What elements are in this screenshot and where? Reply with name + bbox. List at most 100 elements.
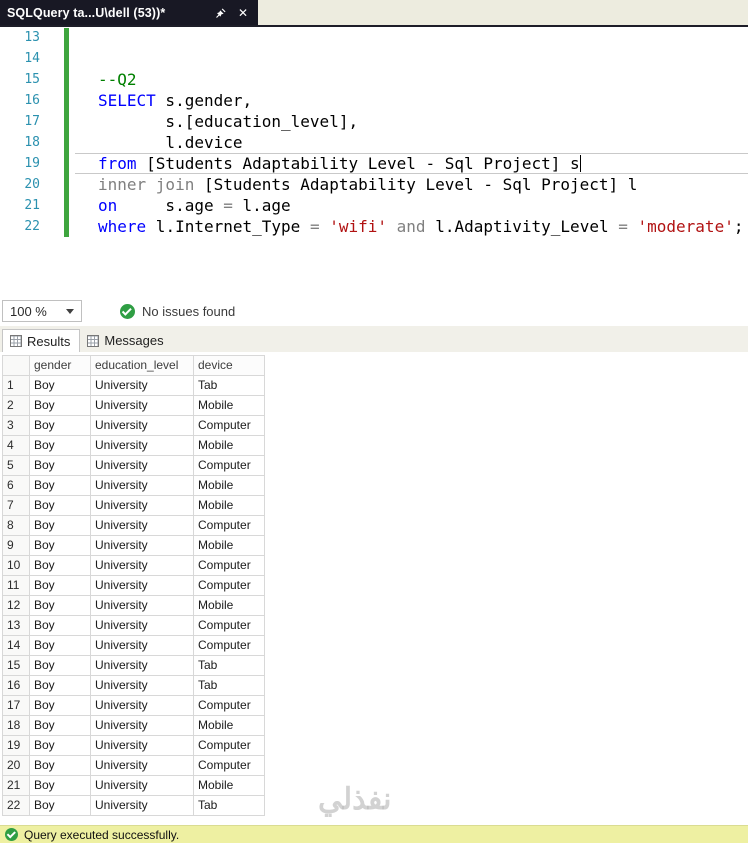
code-line[interactable]: 15 --Q2	[0, 69, 748, 90]
cell[interactable]: University	[90, 795, 194, 816]
cell[interactable]: Boy	[29, 775, 91, 796]
cell[interactable]: University	[90, 395, 194, 416]
cell[interactable]: Computer	[193, 635, 265, 656]
cell[interactable]: Boy	[29, 715, 91, 736]
code-line[interactable]: 20 inner join [Students Adaptability Leve…	[0, 174, 748, 195]
row-number[interactable]: 1	[2, 375, 30, 396]
row-number[interactable]: 9	[2, 535, 30, 556]
cell[interactable]: Boy	[29, 755, 91, 776]
cell[interactable]: Mobile	[193, 775, 265, 796]
row-number[interactable]: 18	[2, 715, 30, 736]
cell[interactable]: Computer	[193, 615, 265, 636]
cell[interactable]: Boy	[29, 535, 91, 556]
code-line[interactable]: 21 on s.age = l.age	[0, 195, 748, 216]
cell[interactable]: University	[90, 715, 194, 736]
cell[interactable]: Mobile	[193, 435, 265, 456]
cell[interactable]: Computer	[193, 455, 265, 476]
row-number[interactable]: 5	[2, 455, 30, 476]
row-number[interactable]: 21	[2, 775, 30, 796]
cell[interactable]: Tab	[193, 675, 265, 696]
line-number[interactable]: 19	[0, 153, 40, 174]
cell[interactable]: Mobile	[193, 715, 265, 736]
tab-messages[interactable]: Messages	[80, 329, 172, 352]
cell[interactable]: Computer	[193, 415, 265, 436]
cell[interactable]: University	[90, 555, 194, 576]
cell[interactable]: Boy	[29, 395, 91, 416]
line-number[interactable]: 13	[0, 27, 40, 48]
cell[interactable]: Boy	[29, 695, 91, 716]
line-number[interactable]: 20	[0, 174, 40, 195]
cell[interactable]: Boy	[29, 615, 91, 636]
document-tab-sqlquery[interactable]: SQLQuery ta...U\dell (53))* ✕	[0, 0, 258, 25]
code-line[interactable]: 18 l.device	[0, 132, 748, 153]
row-number[interactable]: 7	[2, 495, 30, 516]
row-number[interactable]: 6	[2, 475, 30, 496]
code-line[interactable]: 22 where l.Internet_Type = 'wifi' and l.A…	[0, 216, 748, 237]
code-line[interactable]: 19 from [Students Adaptability Level - Sq…	[0, 153, 748, 174]
cell[interactable]: University	[90, 575, 194, 596]
cell[interactable]: University	[90, 495, 194, 516]
cell[interactable]: University	[90, 535, 194, 556]
row-number[interactable]: 14	[2, 635, 30, 656]
row-number[interactable]: 12	[2, 595, 30, 616]
cell[interactable]: Mobile	[193, 535, 265, 556]
cell[interactable]: University	[90, 415, 194, 436]
row-number[interactable]: 3	[2, 415, 30, 436]
cell[interactable]: Boy	[29, 795, 91, 816]
cell[interactable]: University	[90, 775, 194, 796]
line-number[interactable]: 14	[0, 48, 40, 69]
code-line[interactable]: 17 s.[education_level],	[0, 111, 748, 132]
line-number[interactable]: 16	[0, 90, 40, 111]
cell[interactable]: Boy	[29, 655, 91, 676]
cell[interactable]: Tab	[193, 795, 265, 816]
line-number[interactable]: 21	[0, 195, 40, 216]
line-number[interactable]: 15	[0, 69, 40, 90]
cell[interactable]: University	[90, 375, 194, 396]
cell[interactable]: Boy	[29, 475, 91, 496]
code-line[interactable]: 16 SELECT s.gender,	[0, 90, 748, 111]
cell[interactable]: Computer	[193, 555, 265, 576]
cell[interactable]: Boy	[29, 435, 91, 456]
row-number[interactable]: 15	[2, 655, 30, 676]
code-line[interactable]: 13	[0, 27, 748, 48]
cell[interactable]: Boy	[29, 575, 91, 596]
cell[interactable]: Mobile	[193, 595, 265, 616]
cell[interactable]: Computer	[193, 515, 265, 536]
cell[interactable]: University	[90, 675, 194, 696]
cell[interactable]: Mobile	[193, 475, 265, 496]
issues-status[interactable]: No issues found	[120, 303, 235, 319]
cell[interactable]: Tab	[193, 375, 265, 396]
cell[interactable]: Computer	[193, 575, 265, 596]
row-number[interactable]: 13	[2, 615, 30, 636]
row-number[interactable]: 22	[2, 795, 30, 816]
column-header-device[interactable]: device	[193, 355, 265, 376]
cell[interactable]: University	[90, 655, 194, 676]
cell[interactable]: University	[90, 615, 194, 636]
cell[interactable]: University	[90, 595, 194, 616]
close-icon[interactable]: ✕	[235, 6, 251, 20]
row-number[interactable]: 10	[2, 555, 30, 576]
cell[interactable]: University	[90, 475, 194, 496]
cell[interactable]: Boy	[29, 635, 91, 656]
cell[interactable]: University	[90, 695, 194, 716]
cell[interactable]: Boy	[29, 555, 91, 576]
column-header-gender[interactable]: gender	[29, 355, 91, 376]
cell[interactable]: Computer	[193, 735, 265, 756]
cell[interactable]: Boy	[29, 735, 91, 756]
row-number[interactable]: 8	[2, 515, 30, 536]
cell[interactable]: Boy	[29, 375, 91, 396]
row-number[interactable]: 17	[2, 695, 30, 716]
row-number[interactable]: 20	[2, 755, 30, 776]
cell[interactable]: University	[90, 435, 194, 456]
code-editor[interactable]: 13 14 15 --Q2 16 SELECT s.gender, 17 s.[educat…	[0, 27, 748, 296]
cell[interactable]: Boy	[29, 515, 91, 536]
line-number[interactable]: 18	[0, 132, 40, 153]
row-number[interactable]: 4	[2, 435, 30, 456]
tab-results[interactable]: Results	[2, 329, 81, 352]
code-line[interactable]: 14	[0, 48, 748, 69]
pin-icon[interactable]	[215, 7, 227, 19]
cell[interactable]: University	[90, 515, 194, 536]
cell[interactable]: Computer	[193, 755, 265, 776]
cell[interactable]: University	[90, 455, 194, 476]
cell[interactable]: Mobile	[193, 395, 265, 416]
